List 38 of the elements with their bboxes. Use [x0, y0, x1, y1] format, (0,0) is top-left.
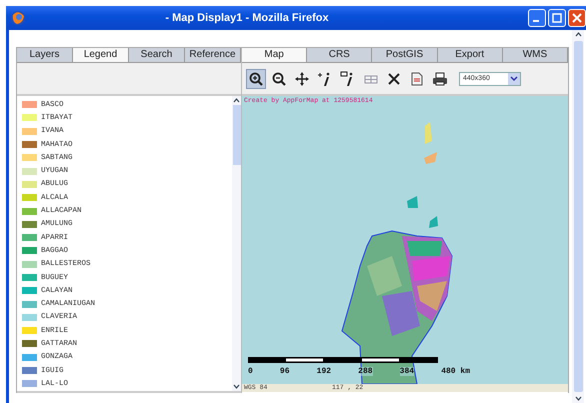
minimize-icon — [533, 20, 539, 22]
scale-label: 192 — [316, 367, 332, 376]
scrollbar[interactable] — [232, 96, 241, 391]
scroll-up-icon[interactable] — [233, 98, 240, 103]
scroll-down-icon[interactable] — [233, 384, 240, 389]
caret-icon — [510, 76, 518, 82]
scroll-down-icon[interactable] — [574, 396, 582, 401]
scroll-up-icon[interactable] — [574, 32, 582, 37]
tab[interactable]: Reference — [185, 48, 241, 62]
scale-label: 384 — [400, 367, 414, 376]
page-scrollbar[interactable] — [572, 30, 584, 403]
tab[interactable]: Layers — [17, 48, 73, 62]
zoom-out-icon — [271, 70, 287, 86]
close-icon — [386, 70, 402, 86]
move-icon — [294, 70, 310, 86]
scale-label: 288 — [358, 367, 373, 376]
browser-logo-icon — [10, 10, 26, 26]
scale-label: 480 km — [441, 367, 470, 376]
zoom-in-icon — [248, 70, 264, 86]
minimize-button[interactable] — [528, 9, 546, 27]
tab[interactable]: WMS — [502, 48, 568, 62]
maximize-button[interactable] — [548, 9, 566, 27]
tab[interactable]: Export — [438, 48, 503, 62]
scale-label: 96 — [280, 367, 290, 376]
window-title: - Map Display1 - Mozilla Firefox — [164, 12, 330, 24]
scale-label: 0 — [248, 367, 253, 376]
zoom-in-button[interactable] — [246, 68, 266, 88]
tab[interactable]: PostGIS — [372, 48, 438, 62]
scrollbar-thumb[interactable] — [574, 41, 582, 392]
maximize-icon — [552, 13, 562, 23]
tab[interactable]: Search — [129, 48, 185, 62]
scrollbar-thumb[interactable] — [232, 105, 240, 165]
document-icon — [409, 70, 425, 86]
tab[interactable]: CRS — [307, 48, 372, 62]
close-icon — [572, 13, 582, 23]
tab[interactable]: Map — [242, 48, 308, 62]
printer-icon — [432, 70, 448, 86]
tab[interactable]: Legend — [73, 48, 129, 62]
